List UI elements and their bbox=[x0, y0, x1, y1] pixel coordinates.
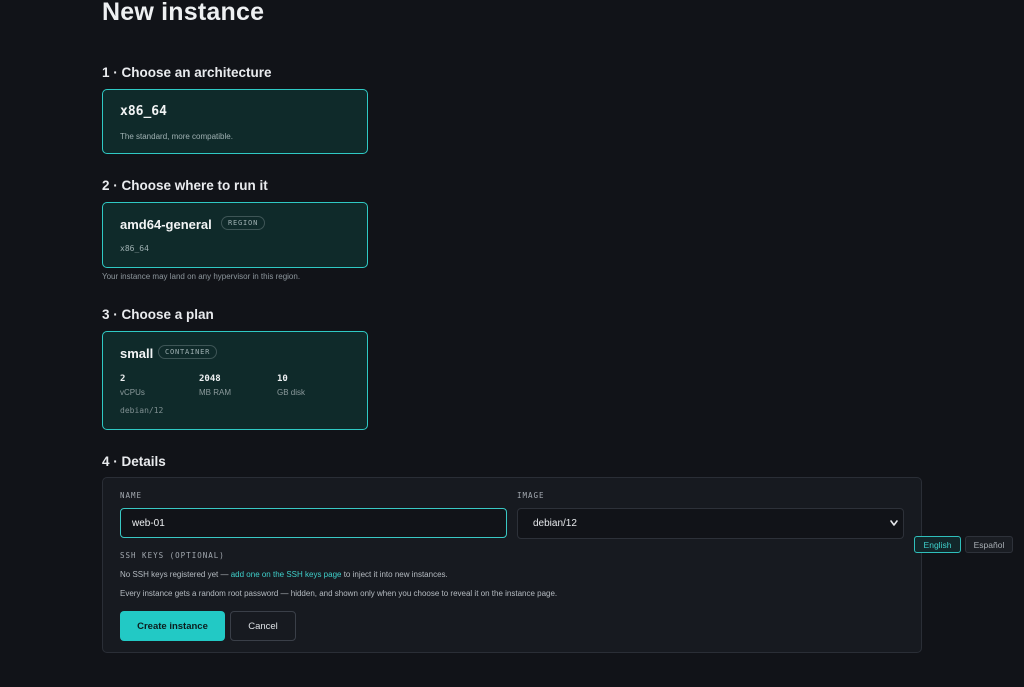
ssh-keys-link[interactable]: add one on the SSH keys page bbox=[231, 570, 342, 579]
create-instance-button[interactable]: Create instance bbox=[120, 611, 225, 641]
region-note: Your instance may land on any hypervisor… bbox=[102, 272, 301, 281]
plan-stat-vcpus-value: 2 bbox=[120, 374, 126, 384]
ssh-text-before: No SSH keys registered yet — bbox=[120, 570, 231, 579]
region-card-arch: x86_64 bbox=[120, 244, 149, 253]
plan-card-small[interactable]: small CONTAINER 2 vCPUs 2048 MB RAM 10 G… bbox=[102, 331, 368, 430]
ssh-keys-label: SSH KEYS (OPTIONAL) bbox=[120, 551, 225, 560]
plan-stat-disk-label: GB disk bbox=[277, 388, 306, 397]
name-label: NAME bbox=[120, 491, 143, 500]
chevron-down-icon bbox=[890, 520, 898, 526]
ssh-keys-message: No SSH keys registered yet — add one on … bbox=[120, 570, 448, 579]
image-select[interactable]: debian/12 bbox=[517, 508, 904, 539]
section-details-heading: 4 · Details bbox=[102, 454, 166, 469]
section-plan-heading: 3 · Choose a plan bbox=[102, 307, 214, 322]
ssh-text-after: to inject it into new instances. bbox=[341, 570, 448, 579]
plan-stat-disk-value: 10 bbox=[277, 374, 288, 384]
plan-badge: CONTAINER bbox=[158, 345, 218, 359]
region-card-title: amd64-general bbox=[120, 217, 212, 232]
language-english-button[interactable]: English bbox=[914, 536, 961, 553]
architecture-card-title: x86_64 bbox=[120, 104, 167, 119]
details-panel: NAME IMAGE debian/12 SSH KEYS (OPTIONAL)… bbox=[102, 477, 922, 653]
name-input[interactable] bbox=[120, 508, 507, 538]
image-label: IMAGE bbox=[517, 491, 545, 500]
architecture-card-x86_64[interactable]: x86_64 The standard, more compatible. bbox=[102, 89, 368, 154]
region-card-amd64-general[interactable]: amd64-general REGION x86_64 bbox=[102, 202, 368, 268]
plan-stat-vcpus-label: vCPUs bbox=[120, 388, 145, 397]
plan-stat-ram-label: MB RAM bbox=[199, 388, 231, 397]
image-select-value: debian/12 bbox=[533, 518, 577, 529]
region-badge: REGION bbox=[221, 216, 266, 230]
cancel-button[interactable]: Cancel bbox=[230, 611, 296, 641]
architecture-card-description: The standard, more compatible. bbox=[120, 132, 233, 141]
plan-card-image: debian/12 bbox=[120, 406, 164, 415]
plan-stat-ram-value: 2048 bbox=[199, 374, 221, 384]
section-architecture-heading: 1 · Choose an architecture bbox=[102, 65, 272, 80]
plan-card-title: small bbox=[120, 346, 154, 361]
language-spanish-button[interactable]: Español bbox=[965, 536, 1013, 553]
section-region-heading: 2 · Choose where to run it bbox=[102, 178, 268, 193]
page-title: New instance bbox=[102, 0, 265, 26]
password-note: Every instance gets a random root passwo… bbox=[120, 589, 558, 598]
